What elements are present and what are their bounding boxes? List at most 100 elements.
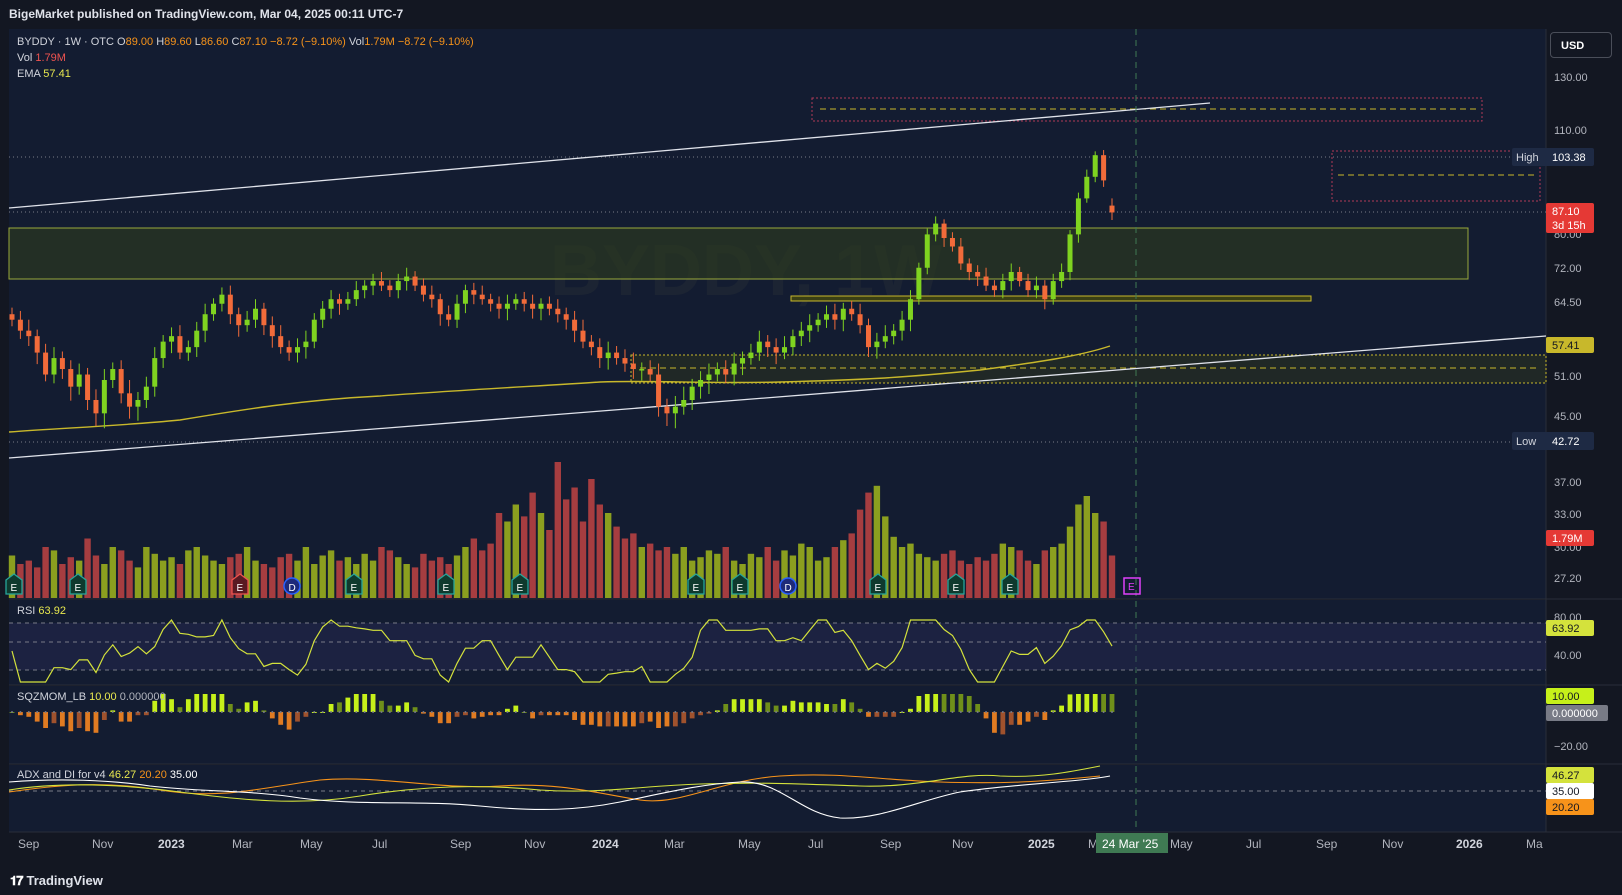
candle-body[interactable]	[17, 319, 23, 331]
candle-body[interactable]	[1033, 285, 1039, 291]
volume-bar[interactable]	[479, 550, 486, 598]
volume-bar[interactable]	[159, 560, 167, 598]
candle-body[interactable]	[160, 341, 166, 359]
sqz-bar[interactable]	[992, 712, 997, 733]
candle-body[interactable]	[740, 358, 746, 364]
candle-body[interactable]	[731, 363, 737, 375]
sqz-bar[interactable]	[278, 712, 284, 725]
sqz-bar[interactable]	[1017, 712, 1023, 725]
candle-body[interactable]	[118, 369, 124, 394]
sqz-bar[interactable]	[807, 702, 813, 712]
sqz-bar[interactable]	[194, 694, 200, 712]
candle-body[interactable]	[949, 238, 955, 247]
volume-bar[interactable]	[470, 538, 478, 599]
volume-bar[interactable]	[932, 560, 939, 598]
candle-body[interactable]	[336, 299, 342, 304]
sqz-bar[interactable]	[169, 699, 174, 712]
candle-body[interactable]	[110, 369, 116, 380]
sqz-bar[interactable]	[966, 696, 972, 712]
candle-body[interactable]	[773, 347, 779, 353]
candle-body[interactable]	[496, 303, 502, 309]
sqz-bar[interactable]	[68, 712, 74, 732]
volume-bar[interactable]	[378, 547, 385, 598]
candle-body[interactable]	[353, 290, 359, 300]
volume-bar[interactable]	[1075, 504, 1082, 599]
sqz-bar[interactable]	[85, 712, 90, 732]
sqz-bar[interactable]	[933, 694, 939, 712]
sqz-bar[interactable]	[185, 699, 191, 712]
candle-body[interactable]	[1042, 285, 1048, 300]
sqz-bar[interactable]	[975, 704, 981, 712]
candle-body[interactable]	[513, 299, 519, 304]
candle-body[interactable]	[689, 386, 695, 400]
candle-body[interactable]	[185, 347, 191, 353]
volume-bar[interactable]	[840, 540, 847, 598]
volume-bar[interactable]	[277, 557, 284, 598]
volume-bar[interactable]	[638, 547, 645, 598]
volume-bar[interactable]	[806, 547, 813, 598]
candle-body[interactable]	[202, 314, 208, 331]
candle-body[interactable]	[320, 308, 326, 320]
sqz-bar[interactable]	[227, 704, 233, 712]
volume-bar[interactable]	[1033, 564, 1040, 598]
volume-bar[interactable]	[588, 479, 595, 598]
candle-body[interactable]	[538, 303, 544, 309]
volume-bar[interactable]	[33, 567, 41, 598]
candle-body[interactable]	[211, 303, 217, 315]
sqz-bar[interactable]	[950, 694, 955, 712]
volume-bar[interactable]	[462, 547, 469, 598]
candle-body[interactable]	[798, 330, 804, 337]
candle-body[interactable]	[706, 374, 712, 380]
sqz-bar[interactable]	[572, 712, 577, 720]
candle-body[interactable]	[916, 267, 922, 300]
currency-button[interactable]: USD	[1550, 32, 1612, 58]
volume-bar[interactable]	[798, 543, 805, 598]
volume-bar[interactable]	[562, 499, 570, 598]
sqz-bar[interactable]	[849, 702, 855, 712]
candle-body[interactable]	[1025, 281, 1031, 291]
volume-bar[interactable]	[1041, 550, 1049, 598]
volume-bar[interactable]	[420, 553, 427, 598]
candle-body[interactable]	[899, 319, 905, 331]
volume-bar[interactable]	[646, 543, 654, 598]
volume-bar[interactable]	[403, 564, 410, 598]
candle-body[interactable]	[824, 314, 830, 320]
candle-body[interactable]	[311, 319, 317, 342]
sqz-bar[interactable]	[404, 702, 410, 712]
candle-body[interactable]	[790, 336, 796, 348]
sqz-bar[interactable]	[656, 712, 661, 728]
volume-bar[interactable]	[1108, 555, 1116, 599]
candle-body[interactable]	[244, 319, 250, 326]
support-zone[interactable]	[630, 354, 1547, 384]
volume-bar[interactable]	[1024, 560, 1032, 598]
volume-bar[interactable]	[630, 533, 637, 598]
candle-body[interactable]	[656, 374, 662, 407]
tradingview-logo[interactable]: 𝟏𝟕 TradingView	[10, 873, 103, 889]
candle-body[interactable]	[303, 341, 309, 348]
volume-bar[interactable]	[764, 547, 771, 598]
volume-bar[interactable]	[579, 521, 587, 599]
volume-bar[interactable]	[537, 513, 545, 598]
candle-body[interactable]	[26, 330, 32, 337]
candle-body[interactable]	[294, 347, 300, 353]
volume-bar[interactable]	[428, 560, 436, 598]
candle-body[interactable]	[622, 358, 628, 364]
candle-body[interactable]	[437, 299, 443, 315]
sqz-bar[interactable]	[1084, 694, 1090, 712]
sqz-bar[interactable]	[647, 712, 653, 722]
volume-bar[interactable]	[117, 550, 125, 598]
sqz-bar[interactable]	[93, 712, 99, 733]
candle-body[interactable]	[9, 314, 15, 320]
candle-body[interactable]	[127, 393, 133, 407]
volume-bar[interactable]	[898, 547, 906, 598]
sqz-bar[interactable]	[353, 694, 359, 712]
sqz-legend[interactable]: SQZMOM_LB 10.00 0.000000	[17, 689, 166, 705]
candle-body[interactable]	[429, 294, 435, 300]
volume-bar[interactable]	[831, 547, 839, 598]
candle-body[interactable]	[1084, 176, 1090, 199]
sqz-bar[interactable]	[127, 712, 132, 722]
sqz-bar[interactable]	[639, 712, 645, 724]
volume-bar[interactable]	[411, 567, 419, 598]
candle-body[interactable]	[865, 325, 871, 348]
candle-body[interactable]	[504, 303, 510, 309]
